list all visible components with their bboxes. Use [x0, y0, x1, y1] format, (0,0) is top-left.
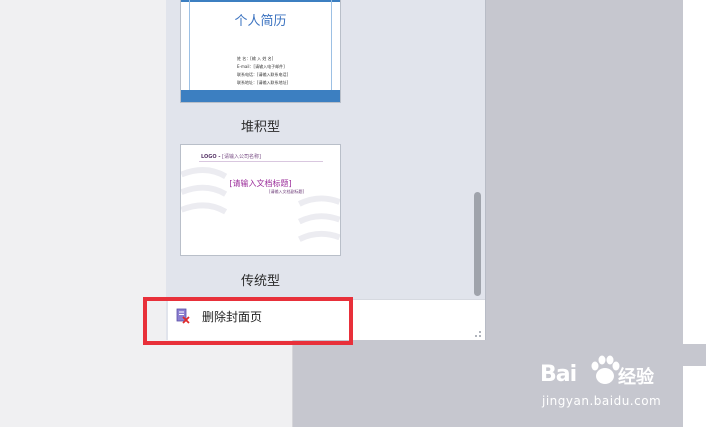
left-pane [0, 0, 166, 427]
thumb-info-line: E-mail：[请输入电子邮件] [237, 64, 285, 69]
resize-grip-icon[interactable] [475, 331, 481, 337]
thumb-info-lines: 姓 名：[输 入 姓 名] E-mail：[请输入电子邮件] 联系电话：[请输入… [237, 55, 288, 87]
thumb-logo: LOGO - [201, 154, 221, 160]
thumb-bottom-bar [181, 90, 340, 102]
annotation-highlight-box [143, 297, 353, 345]
thumb-info-line: 联系电话：[请输入联系电话] [237, 72, 289, 77]
thumb-info-line: 姓 名：[输 入 姓 名] [237, 56, 274, 61]
thumb-title: 个人简历 [234, 14, 287, 29]
thumb-title: [请输入文档标题] [229, 179, 292, 188]
thumb-header: LOGO - [请输入公司名称] [201, 153, 261, 160]
thumb-header-rule [199, 161, 323, 162]
gallery-scrollbar-thumb[interactable] [474, 192, 481, 296]
cover-thumb-stacked[interactable]: 个人简历 姓 名：[输 入 姓 名] E-mail：[请输入电子邮件] 联系电话… [180, 0, 341, 103]
baidu-jingyan-watermark: Bai 经验 jingyan.baidu.com [540, 352, 700, 422]
thumb-company: [请输入公司名称] [222, 154, 261, 160]
cover-thumb-traditional[interactable]: LOGO - [请输入公司名称] [请输入文档标题] [请输入文档副标题] [180, 144, 341, 256]
watermark-brand: Bai [540, 362, 577, 387]
cover-page-gallery: 个人简历 姓 名：[输 入 姓 名] E-mail：[请输入电子邮件] 联系电话… [166, 0, 486, 340]
cover-label-stacked[interactable]: 堆积型 [180, 116, 341, 135]
watermark-url: jingyan.baidu.com [542, 394, 662, 408]
thumb-top-bar [181, 0, 340, 2]
document-page [683, 0, 706, 344]
left-pane-lower [166, 340, 292, 427]
watermark-suffix: 经验 [618, 367, 654, 388]
thumb-subtitle: [请输入文档副标题] [269, 189, 305, 194]
pane-divider [292, 340, 293, 427]
thumb-info-line: 联系地址：[请输入联系地址] [237, 80, 289, 85]
cover-label-traditional[interactable]: 传统型 [180, 270, 341, 289]
